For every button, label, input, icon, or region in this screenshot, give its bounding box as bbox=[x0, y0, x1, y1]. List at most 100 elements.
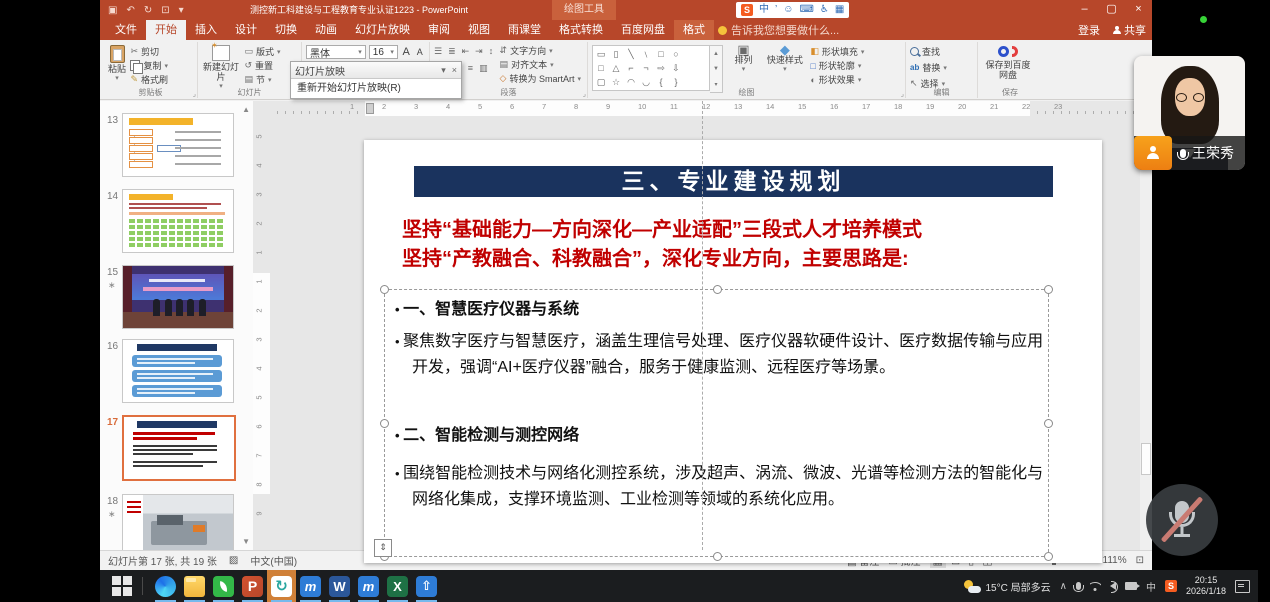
arrange-button[interactable]: ▣ 排列▾ bbox=[727, 43, 759, 75]
dialog-launcher-icon[interactable]: ⌟ bbox=[901, 90, 904, 98]
quick-styles-button[interactable]: ◆ 快速样式▾ bbox=[764, 43, 806, 75]
tab-审阅[interactable]: 审阅 bbox=[419, 20, 459, 40]
cut-button[interactable]: ✂剪切 bbox=[130, 45, 168, 58]
thumbnails-scroll-down-icon[interactable]: ▼ bbox=[242, 537, 250, 546]
format-painter-button[interactable]: ✎格式刷 bbox=[130, 73, 168, 86]
resize-handle[interactable] bbox=[380, 285, 389, 294]
close-button[interactable]: × bbox=[1125, 0, 1152, 20]
justify-button[interactable]: ≡ bbox=[468, 63, 473, 74]
login-button[interactable]: 登录 bbox=[1078, 22, 1100, 38]
volume-tray-icon[interactable] bbox=[1110, 582, 1116, 590]
taskbar-app-explorer[interactable] bbox=[180, 570, 209, 602]
toolbar-dropdown-icon[interactable]: ▾ bbox=[441, 65, 446, 76]
copy-button[interactable]: 复制▾ bbox=[130, 59, 168, 72]
shape-option[interactable]: □ bbox=[596, 62, 606, 75]
shape-outline-button[interactable]: □形状轮廓▾ bbox=[810, 59, 864, 72]
notification-center-icon[interactable] bbox=[1235, 580, 1250, 593]
bullets-button[interactable]: ☰ bbox=[434, 46, 442, 57]
autofit-options-button[interactable]: ⇕ bbox=[374, 539, 392, 557]
ime-indicator[interactable]: 中 bbox=[1146, 579, 1156, 594]
tray-expand-icon[interactable]: ∧ bbox=[1060, 581, 1067, 592]
shape-option[interactable]: ¬ bbox=[641, 62, 651, 75]
tell-me-box[interactable]: 告诉我您想要做什么... bbox=[718, 20, 839, 40]
slide-surface[interactable]: 三、专业建设规划 坚持“基础能力—方向深化—产业适配”三段式人才培养模式 坚持“… bbox=[364, 140, 1102, 563]
section-button[interactable]: ▤节▾ bbox=[244, 73, 280, 86]
weather-widget[interactable]: 15°C 局部多云 bbox=[964, 579, 1051, 594]
minimize-button[interactable]: – bbox=[1071, 0, 1098, 20]
save-icon[interactable]: ▣ bbox=[108, 5, 117, 16]
language-indicator[interactable]: 中文(中国) bbox=[250, 553, 297, 568]
tab-设计[interactable]: 设计 bbox=[226, 20, 266, 40]
slide-canvas[interactable]: 三、专业建设规划 坚持“基础能力—方向深化—产业适配”三段式人才培养模式 坚持“… bbox=[270, 116, 1140, 550]
fit-to-window-icon[interactable]: ⊡ bbox=[1136, 555, 1144, 566]
tab-幻灯片放映[interactable]: 幻灯片放映 bbox=[346, 20, 419, 40]
slide-subtitle-box[interactable]: 坚持“基础能力—方向深化—产业适配”三段式人才培养模式 坚持“产教融合、科教融合… bbox=[402, 216, 1062, 274]
text-direction-button[interactable]: ⇵文字方向▾ bbox=[500, 44, 581, 57]
network-tray-icon[interactable] bbox=[1090, 582, 1101, 591]
tab-视图[interactable]: 视图 bbox=[459, 20, 499, 40]
shrink-font-button[interactable]: A bbox=[414, 47, 425, 57]
numbering-button[interactable]: ≣ bbox=[448, 46, 456, 57]
grow-font-button[interactable]: A bbox=[401, 46, 412, 58]
mute-microphone-button[interactable] bbox=[1146, 484, 1218, 556]
sogou-tool-icon[interactable]: ▦ bbox=[835, 2, 844, 18]
maximize-button[interactable]: ▢ bbox=[1098, 0, 1125, 20]
participant-video-tile[interactable]: 王荣秀 bbox=[1134, 56, 1245, 170]
shape-option[interactable]: △ bbox=[611, 62, 621, 75]
spellcheck-icon[interactable]: ▨ bbox=[229, 555, 238, 566]
tab-插入[interactable]: 插入 bbox=[186, 20, 226, 40]
tab-文件[interactable]: 文件 bbox=[106, 20, 146, 40]
customize-qat-icon[interactable]: ▾ bbox=[179, 5, 184, 16]
zoom-level[interactable]: 111% bbox=[1103, 555, 1127, 566]
taskbar-app-upload-tool[interactable]: ⇧ bbox=[412, 570, 441, 602]
shape-fill-button[interactable]: ◧形状填充▾ bbox=[810, 45, 864, 58]
scrollbar-thumb[interactable] bbox=[1141, 443, 1151, 475]
tab-雨课堂[interactable]: 雨课堂 bbox=[499, 20, 550, 40]
font-name-combo[interactable]: 黑体▾ bbox=[306, 45, 366, 59]
tab-格式转换[interactable]: 格式转换 bbox=[550, 20, 612, 40]
scroll-up-icon[interactable]: ▲ bbox=[713, 51, 719, 57]
thumbnail-panel[interactable]: ▲ ▼ 131415∗161718∗ bbox=[100, 101, 254, 550]
save-to-baidu-button[interactable]: 保存到百度网盘 bbox=[982, 43, 1034, 80]
tab-动画[interactable]: 动画 bbox=[306, 20, 346, 40]
shapes-gallery-scroll[interactable]: ▲ ▼ ▾ bbox=[710, 45, 723, 93]
find-button[interactable]: 查找 bbox=[910, 45, 947, 58]
paste-button[interactable]: 粘贴 ▾ bbox=[108, 43, 126, 84]
sogou-tool-icon[interactable]: ⌨ bbox=[799, 2, 813, 18]
sogou-tool-icon[interactable]: 中 bbox=[759, 2, 769, 18]
sogou-ime-toolbar[interactable]: S 中’☺⌨♿▦ bbox=[736, 2, 849, 18]
sogou-tray-icon[interactable]: S bbox=[1165, 580, 1177, 592]
shape-option[interactable]: ○ bbox=[671, 48, 681, 61]
slideshow-floating-toolbar[interactable]: 幻灯片放映 ▾ × 重新开始幻灯片放映(R) bbox=[290, 61, 462, 99]
slide-title-box[interactable]: 三、专业建设规划 bbox=[414, 166, 1053, 197]
sogou-tool-icon[interactable]: ☺ bbox=[783, 2, 793, 18]
align-text-button[interactable]: ▤对齐文本▾ bbox=[500, 58, 581, 71]
font-size-combo[interactable]: 16▾ bbox=[369, 45, 398, 59]
resize-handle[interactable] bbox=[713, 552, 722, 561]
tab-格式[interactable]: 格式 bbox=[674, 20, 714, 40]
sogou-tool-icon[interactable]: ♿ bbox=[820, 2, 829, 18]
sogou-logo-icon[interactable]: S bbox=[741, 4, 753, 16]
dialog-launcher-icon[interactable]: ⌟ bbox=[193, 90, 196, 98]
start-slideshow-icon[interactable]: ⊡ bbox=[161, 5, 169, 16]
undo-icon[interactable]: ↶ bbox=[126, 5, 134, 16]
indent-marker[interactable] bbox=[366, 103, 374, 114]
replace-button[interactable]: ab替换▾ bbox=[910, 61, 947, 74]
shape-option[interactable]: ⌐ bbox=[626, 62, 636, 75]
columns-button[interactable]: ▥ bbox=[479, 63, 488, 74]
shape-effects-button[interactable]: ◐形状效果▾ bbox=[810, 73, 864, 86]
shape-option[interactable]: ▭ bbox=[596, 48, 606, 61]
taskbar-app-m-chat-1[interactable]: m bbox=[296, 570, 325, 602]
shape-option[interactable]: ▯ bbox=[611, 48, 621, 61]
taskbar-app-word[interactable]: W bbox=[325, 570, 354, 602]
selected-text-box[interactable]: 一、智慧医疗仪器与系统聚焦数字医疗与智慧医疗，涵盖生理信号处理、医疗仪器软硬件设… bbox=[384, 289, 1049, 557]
resize-handle[interactable] bbox=[1044, 285, 1053, 294]
microphone-tray-icon[interactable] bbox=[1076, 582, 1081, 590]
taskbar-app-green-notes[interactable] bbox=[209, 570, 238, 602]
new-slide-button[interactable]: 新建幻灯片 ▾ bbox=[202, 43, 240, 92]
taskbar-app-powerpoint[interactable]: P bbox=[238, 570, 267, 602]
restart-slideshow-menu-item[interactable]: 重新开始幻灯片放映(R) bbox=[291, 79, 461, 98]
scroll-down-icon[interactable]: ▼ bbox=[713, 66, 719, 72]
shape-option[interactable]: ╲ bbox=[626, 48, 636, 61]
tab-切换[interactable]: 切换 bbox=[266, 20, 306, 40]
